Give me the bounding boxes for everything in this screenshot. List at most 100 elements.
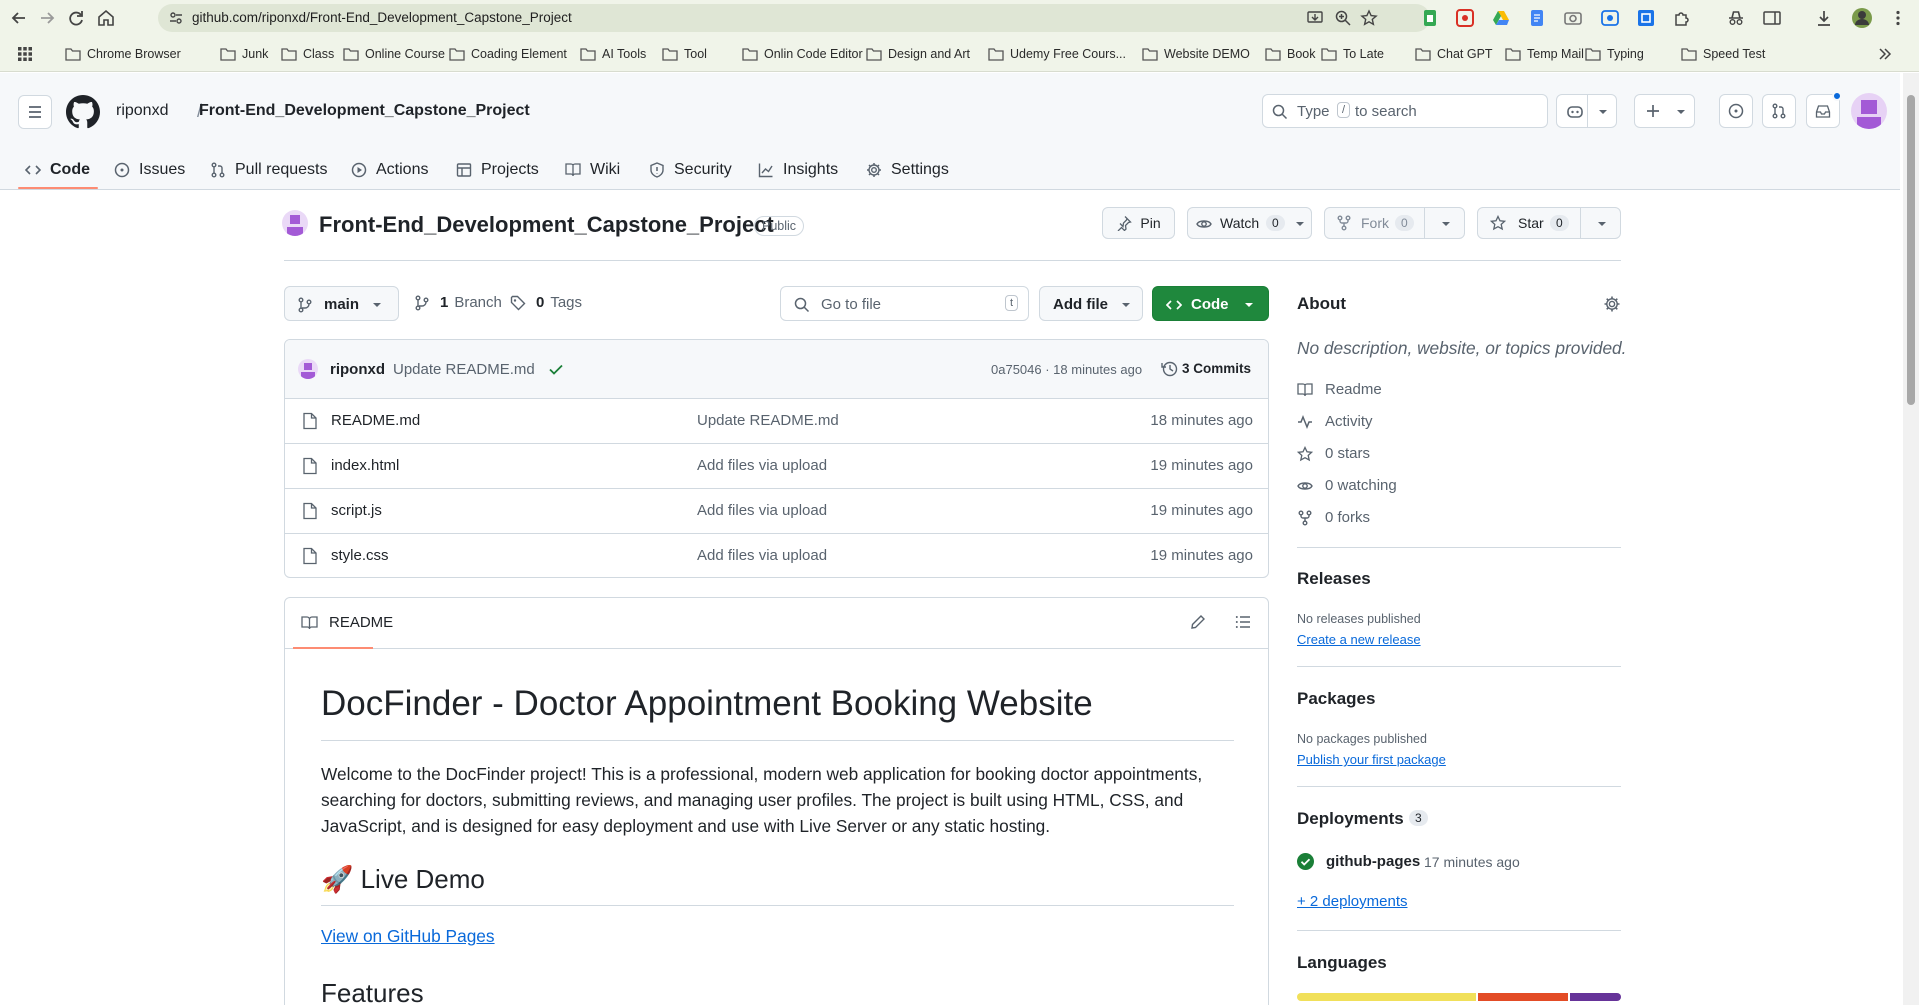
file-name[interactable]: script.js xyxy=(331,502,382,519)
fork-button[interactable]: Fork 0 xyxy=(1324,207,1465,239)
tab-settings[interactable]: Settings xyxy=(866,151,949,189)
bookmark-folder[interactable]: Udemy Free Cours... xyxy=(988,47,1126,61)
extension-screenshot-icon[interactable] xyxy=(1637,9,1655,27)
file-commit-message[interactable]: Add files via upload xyxy=(697,457,827,474)
file-name[interactable]: index.html xyxy=(331,457,399,474)
extensions-puzzle-icon[interactable] xyxy=(1673,9,1691,27)
extension-camera-icon[interactable] xyxy=(1564,9,1582,27)
tab-projects[interactable]: Projects xyxy=(456,151,539,189)
pin-button[interactable]: Pin xyxy=(1102,207,1175,239)
bookmark-folder[interactable]: To Late xyxy=(1321,47,1384,61)
bookmark-folder[interactable]: Online Course xyxy=(343,47,445,61)
page-scrollbar[interactable] xyxy=(1903,73,1919,1005)
copilot-button[interactable] xyxy=(1556,94,1617,128)
reload-icon[interactable] xyxy=(65,7,87,29)
bookmark-folder[interactable]: Chat GPT xyxy=(1415,47,1493,61)
readme-tab-label[interactable]: README xyxy=(329,614,393,631)
chevron-down-icon[interactable] xyxy=(1294,219,1306,229)
tab-security[interactable]: Security xyxy=(649,151,732,189)
more-bookmarks-chevron-icon[interactable] xyxy=(1877,46,1893,62)
packages-heading[interactable]: Packages xyxy=(1297,689,1375,709)
deployments-heading[interactable]: Deployments xyxy=(1297,809,1404,829)
commit-author[interactable]: riponxd xyxy=(330,361,385,378)
bookmark-star-icon[interactable] xyxy=(1360,9,1378,27)
extension-record-icon[interactable] xyxy=(1601,9,1619,27)
publish-package-link[interactable]: Publish your first package xyxy=(1297,752,1446,767)
tab-pull-requests[interactable]: Pull requests xyxy=(210,151,328,189)
file-name[interactable]: README.md xyxy=(331,412,420,429)
hamburger-menu-icon[interactable] xyxy=(18,95,52,129)
bookmark-folder[interactable]: Junk xyxy=(220,47,268,61)
extension-docs-icon[interactable] xyxy=(1528,9,1546,27)
github-pages-link[interactable]: View on GitHub Pages xyxy=(321,926,495,947)
commit-hash-time[interactable]: 0a75046 · 18 minutes ago xyxy=(991,362,1142,377)
tab-wiki[interactable]: Wiki xyxy=(565,151,620,189)
outline-list-icon[interactable] xyxy=(1235,614,1251,630)
pull-requests-button[interactable] xyxy=(1762,94,1796,128)
bookmark-folder[interactable]: Typing xyxy=(1585,47,1644,61)
profile-avatar-icon[interactable] xyxy=(1851,7,1873,29)
breadcrumb-owner[interactable]: riponxd xyxy=(116,102,168,120)
tab-insights[interactable]: Insights xyxy=(758,151,838,189)
bookmark-folder[interactable]: AI Tools xyxy=(580,47,646,61)
repo-title[interactable]: Front-End_Development_Capstone_Project xyxy=(319,212,774,238)
go-to-file-input[interactable]: Go to file t xyxy=(780,286,1029,321)
chevron-down-icon[interactable] xyxy=(1596,219,1608,229)
branch-selector[interactable]: main xyxy=(284,286,399,321)
about-item-eye[interactable]: 0 watching xyxy=(1297,477,1397,494)
search-input[interactable]: Type / to search xyxy=(1262,94,1548,128)
bookmark-folder[interactable]: Tool xyxy=(662,47,707,61)
about-item-repo-forked[interactable]: 0 forks xyxy=(1297,509,1370,526)
about-item-pulse[interactable]: Activity xyxy=(1297,413,1373,430)
extension-sheets-icon[interactable] xyxy=(1421,9,1439,27)
star-button[interactable]: Star 0 xyxy=(1477,207,1621,239)
bookmark-folder[interactable]: Onlin Code Editor xyxy=(742,47,863,61)
user-avatar[interactable] xyxy=(1851,93,1887,129)
about-item-book[interactable]: Readme xyxy=(1297,381,1382,398)
file-commit-message[interactable]: Add files via upload xyxy=(697,547,827,564)
releases-heading[interactable]: Releases xyxy=(1297,569,1371,589)
bookmark-folder[interactable]: Chrome Browser xyxy=(65,47,181,61)
more-deployments-link[interactable]: + 2 deployments xyxy=(1297,893,1408,910)
branches-link[interactable]: 1 Branch xyxy=(414,294,502,311)
inbox-button[interactable] xyxy=(1806,91,1842,128)
file-row[interactable]: index.html Add files via upload 19 minutes… xyxy=(285,443,1268,488)
zoom-icon[interactable] xyxy=(1334,9,1352,27)
bookmark-folder[interactable]: Website DEMO xyxy=(1142,47,1250,61)
check-icon[interactable] xyxy=(548,361,564,377)
download-icon[interactable] xyxy=(1815,9,1833,27)
bookmark-folder[interactable]: Speed Test xyxy=(1681,47,1765,61)
tab-search-icon[interactable] xyxy=(1763,9,1781,27)
address-bar[interactable]: github.com/riponxd/Front-End_Development… xyxy=(158,4,1430,32)
create-release-link[interactable]: Create a new release xyxy=(1297,632,1421,647)
file-commit-message[interactable]: Update README.md xyxy=(697,412,839,429)
extension-capture-icon[interactable] xyxy=(1456,9,1474,27)
github-logo-icon[interactable] xyxy=(66,95,100,129)
issues-button[interactable] xyxy=(1719,94,1753,128)
bookmark-folder[interactable]: Design and Art xyxy=(866,47,970,61)
install-app-icon[interactable] xyxy=(1306,9,1324,27)
home-icon[interactable] xyxy=(95,7,117,29)
browser-menu-icon[interactable] xyxy=(1889,9,1907,27)
file-commit-message[interactable]: Add files via upload xyxy=(697,502,827,519)
about-item-star[interactable]: 0 stars xyxy=(1297,445,1370,462)
url-text[interactable]: github.com/riponxd/Front-End_Development… xyxy=(192,10,572,25)
back-icon[interactable] xyxy=(8,7,30,29)
file-row[interactable]: script.js Add files via upload 19 minutes … xyxy=(285,488,1268,533)
commits-link[interactable]: 3 Commits xyxy=(1182,361,1251,376)
edit-pencil-icon[interactable] xyxy=(1190,614,1206,630)
create-new-button[interactable] xyxy=(1634,94,1695,128)
tab-issues[interactable]: Issues xyxy=(114,151,185,189)
watch-button[interactable]: Watch 0 xyxy=(1187,207,1312,239)
file-row[interactable]: README.md Update README.md 18 minutes ago xyxy=(285,398,1268,443)
deployment-name[interactable]: github-pages xyxy=(1326,853,1420,870)
code-button[interactable]: Code xyxy=(1152,286,1269,321)
scrollbar-thumb[interactable] xyxy=(1907,95,1915,405)
chevron-down-icon[interactable] xyxy=(1440,219,1452,229)
forward-icon[interactable] xyxy=(36,7,58,29)
extension-drive-icon[interactable] xyxy=(1492,9,1510,27)
bookmark-folder[interactable]: Temp Mail xyxy=(1505,47,1584,61)
gear-icon[interactable] xyxy=(1603,295,1621,313)
commit-message[interactable]: Update README.md xyxy=(393,361,535,378)
tags-link[interactable]: 0 Tags xyxy=(510,294,582,311)
